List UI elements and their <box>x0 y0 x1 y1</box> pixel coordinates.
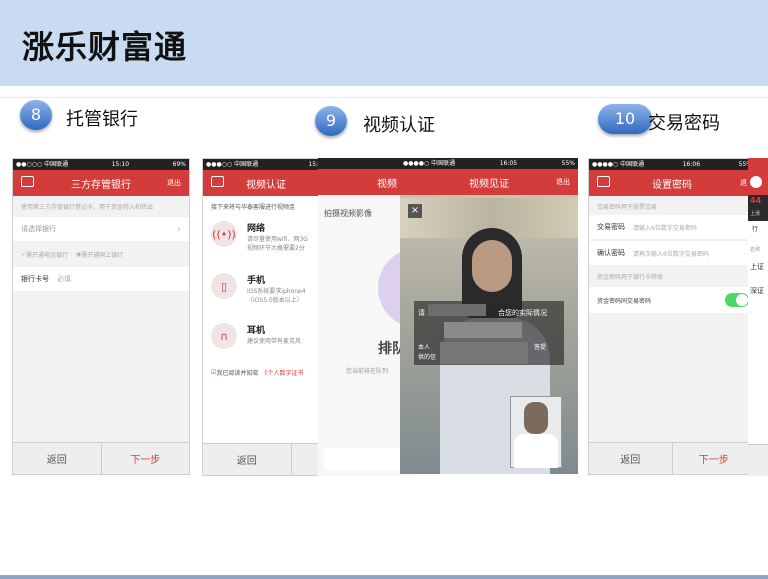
nav-bar: 视频见证 退出 <box>400 169 578 195</box>
headphones-icon: ∩ <box>211 323 237 349</box>
bottom-bar: 返回 下一步 <box>13 442 189 474</box>
phone-icon: ▯ <box>211 273 237 299</box>
back-button[interactable]: 返回 <box>13 443 101 474</box>
step-label-10: 交易密码 <box>648 113 720 134</box>
exit-button[interactable]: 退出 <box>167 178 181 188</box>
footer-line <box>0 575 768 579</box>
index-value: 44 <box>750 196 762 205</box>
message-icon[interactable] <box>21 176 34 187</box>
status-bar: ●●●●○ 中国联通 16:05 55% <box>400 158 578 169</box>
back-button[interactable]: 返回 <box>589 443 672 474</box>
same-password-row: 资金密码同交易密码 <box>589 287 755 313</box>
self-view-body <box>514 434 558 468</box>
nav-title: 三方存管银行 <box>71 179 131 191</box>
nav-title: 设置密码 <box>652 179 692 191</box>
nav-bar: 设置密码 退 <box>589 170 755 196</box>
next-button[interactable]: 下一步 <box>100 443 190 474</box>
section-trade-hint: 交易密码用于股票交易 <box>597 203 658 211</box>
confirm-password-field[interactable]: 确认密码 请再次输入6位数字交易密码 <box>589 241 755 265</box>
overlay-header: 拍摄视频影像 <box>324 209 372 218</box>
next-button[interactable]: 下一步 <box>671 443 756 474</box>
phone-screenshot-video-witness: ●●●●○ 中国联通 16:05 55% 视频见证 退出 × 请 合您的实际情况 本… <box>400 158 578 474</box>
step-badge-9: 9 <box>315 106 347 136</box>
card-number-field[interactable]: 银行卡号 必填 <box>13 267 189 291</box>
nav-title: 视频见证 <box>469 178 509 190</box>
question-line-3: 供的信 <box>418 354 437 361</box>
page-title: 涨乐财富通 <box>22 28 188 66</box>
nav-title: 视频 <box>377 178 397 190</box>
queue-note: 您当前排在队列 <box>346 368 389 375</box>
question-line-2b: 答提 <box>534 344 547 351</box>
section-fund-hint: 资金密码用于银行卡转账 <box>597 273 664 281</box>
select-bank-row[interactable]: 请选择银行 › <box>13 217 189 241</box>
step-badge-10: 10 <box>598 104 652 134</box>
phone-screenshot-market-edge: 44 上涨 行 名称 上证 深证 <box>748 158 768 476</box>
list-item[interactable]: 深证 <box>750 286 764 296</box>
status-bar: ●●●●○ 中国联通 16:06 55% <box>589 159 755 170</box>
bottom-bar: 返回 下一步 <box>589 442 755 474</box>
question-line-1b: 合您的实际情况 <box>498 309 547 317</box>
phone-screenshot-bank: ●●○○○ 中国联通 15:10 69% 三方存管银行 退出 使用第三方存管银行借记… <box>12 158 190 475</box>
question-line-2a: 本人 <box>418 344 431 351</box>
column-header: 名称 <box>750 247 761 253</box>
message-icon[interactable] <box>597 176 610 187</box>
bottom-bar <box>748 444 768 476</box>
mosaic-blur <box>444 322 522 338</box>
close-icon[interactable]: × <box>408 204 422 218</box>
step-label-9: 视频认证 <box>363 115 435 136</box>
list-item[interactable]: 上证 <box>750 262 764 272</box>
back-button[interactable]: 返回 <box>203 444 291 475</box>
step-label-8: 托管银行 <box>66 109 138 130</box>
exit-button[interactable]: 退出 <box>556 177 570 187</box>
phone-screenshot-password: ●●●●○ 中国联通 16:06 55% 设置密码 退 交易密码用于股票交易 交易密… <box>588 158 756 475</box>
status-bar: ●●○○○ 中国联通 15:10 69% <box>13 159 189 170</box>
trade-password-field[interactable]: 交易密码 请输入6位数字交易密码 <box>589 215 755 239</box>
bank-requirements: ✓ 需开通电话银行 ◉ 需开通网上银行 <box>21 250 124 259</box>
divider <box>0 97 768 98</box>
index-label: 上涨 <box>750 211 761 217</box>
toggle-switch[interactable] <box>725 293 749 307</box>
hint-text: 使用第三方存管银行借记卡，用于资金转入和转出 <box>21 203 154 211</box>
person-face <box>472 240 512 292</box>
nav-bar: 三方存管银行 退出 <box>13 170 189 196</box>
chevron-right-icon: › <box>177 223 181 235</box>
question-line-1a: 请 <box>418 309 425 317</box>
mosaic-blur <box>428 304 486 316</box>
message-icon[interactable] <box>211 176 224 187</box>
nav-title: 视频认证 <box>246 179 286 191</box>
market-tab[interactable]: 行 <box>752 224 758 233</box>
exit-button[interactable]: 退 <box>740 178 747 188</box>
self-view-face <box>524 402 548 434</box>
step-badge-8: 8 <box>20 100 52 130</box>
wifi-icon: ((•)) <box>211 221 237 247</box>
user-icon[interactable] <box>750 176 762 188</box>
mosaic-blur <box>440 342 528 364</box>
